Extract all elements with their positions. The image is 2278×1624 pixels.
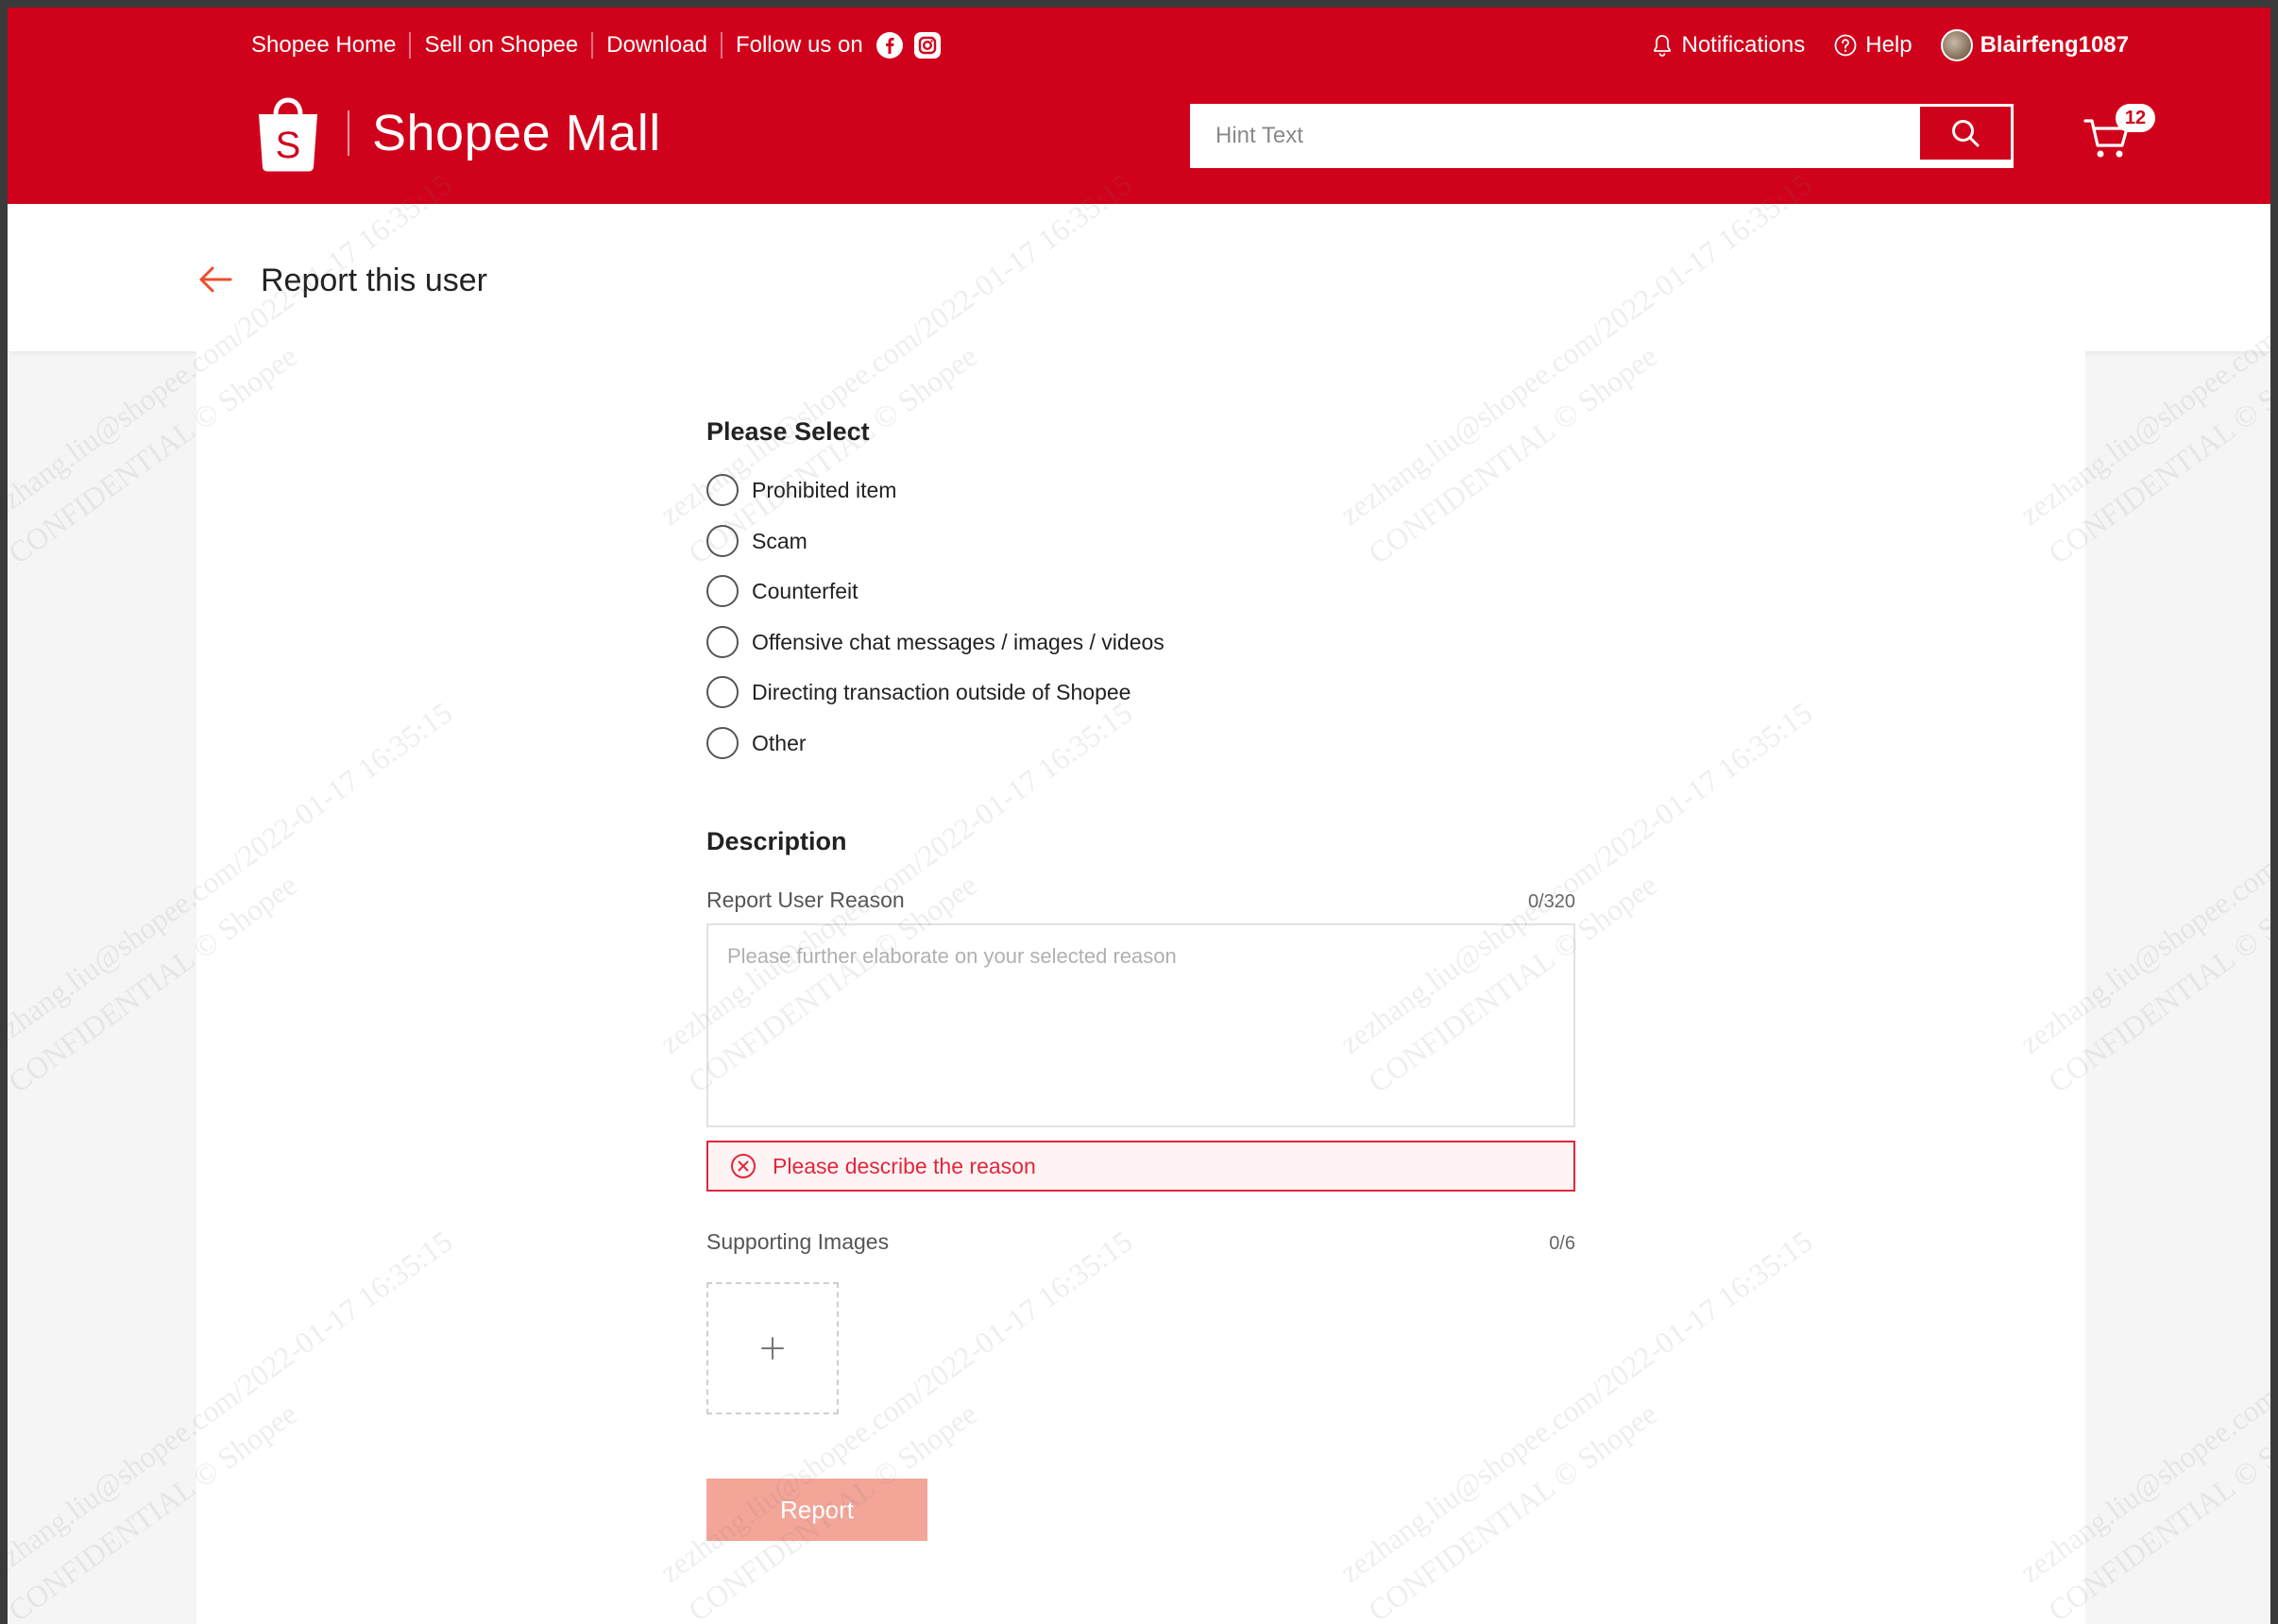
report-reason-textarea[interactable] xyxy=(706,923,1575,1127)
instagram-icon[interactable] xyxy=(913,32,941,59)
reason-char-counter: 0/320 xyxy=(1527,891,1575,912)
option-offensive-chat[interactable]: Offensive chat messages / images / video… xyxy=(706,626,1164,658)
description-heading: Description xyxy=(706,827,847,855)
notifications-label: Notifications xyxy=(1681,32,1806,58)
images-counter: 0/6 xyxy=(1549,1233,1575,1254)
report-button[interactable]: Report xyxy=(706,1479,927,1541)
help-link[interactable]: Help xyxy=(1833,32,1912,59)
social-links xyxy=(876,32,941,59)
radio-button[interactable] xyxy=(706,626,739,658)
radio-button[interactable] xyxy=(706,727,739,759)
option-counterfeit[interactable]: Counterfeit xyxy=(706,575,858,607)
option-prohibited-item[interactable]: Prohibited item xyxy=(706,474,896,506)
option-scam[interactable]: Scam xyxy=(706,525,808,557)
back-button[interactable] xyxy=(196,261,234,298)
sell-on-shopee-link[interactable]: Sell on Shopee xyxy=(424,32,578,59)
option-label: Offensive chat messages / images / video… xyxy=(752,629,1164,654)
follow-us-label: Follow us on xyxy=(735,32,863,58)
divider xyxy=(591,32,594,59)
download-link[interactable]: Download xyxy=(606,32,707,59)
cart-button[interactable]: 12 xyxy=(2082,104,2155,168)
divider xyxy=(720,32,722,59)
shopee-home-link[interactable]: Shopee Home xyxy=(251,32,396,59)
option-label: Directing transaction outside of Shopee xyxy=(752,679,1131,704)
logo-divider xyxy=(348,110,349,156)
option-other[interactable]: Other xyxy=(706,727,807,759)
report-form-card: Please Select Prohibited item Scam Count… xyxy=(196,351,2085,1624)
svg-text:S: S xyxy=(276,125,301,166)
error-message: Please describe the reason xyxy=(706,1141,1575,1192)
add-image-button[interactable] xyxy=(706,1282,839,1414)
shopee-bag-icon: S xyxy=(259,97,317,172)
user-menu: Notifications Help Blairfeng1087 xyxy=(1650,21,2129,70)
radio-button[interactable] xyxy=(706,474,739,506)
shopee-mall-logo[interactable]: S Shopee Mall xyxy=(255,91,661,176)
search-input[interactable] xyxy=(1193,107,1917,165)
supporting-images-label: Supporting Images xyxy=(706,1229,890,1254)
avatar xyxy=(1940,29,1973,61)
facebook-icon[interactable] xyxy=(876,32,903,59)
option-label: Scam xyxy=(752,528,808,553)
search-button[interactable] xyxy=(1917,104,2014,162)
option-label: Counterfeit xyxy=(752,578,858,603)
cart-count-badge: 12 xyxy=(2116,104,2155,132)
notifications-link[interactable]: Notifications xyxy=(1650,32,1806,59)
logo-text: Shopee Mall xyxy=(372,105,661,161)
account-menu[interactable]: Blairfeng1087 xyxy=(1940,29,2129,61)
divider xyxy=(409,32,412,59)
page-header: Report this user xyxy=(8,204,2270,351)
search-icon xyxy=(1952,120,1980,147)
arrow-left-icon xyxy=(199,266,232,293)
help-label: Help xyxy=(1865,32,1912,58)
report-reason-label: Report User Reason xyxy=(706,888,905,912)
username: Blairfeng1087 xyxy=(1980,32,2129,58)
option-directing-transaction[interactable]: Directing transaction outside of Shopee xyxy=(706,676,1130,708)
option-label: Prohibited item xyxy=(752,477,897,502)
help-icon xyxy=(1834,34,1857,57)
plus-icon xyxy=(761,1337,784,1360)
option-label: Other xyxy=(752,730,807,755)
top-links: Shopee Home Sell on Shopee Download Foll… xyxy=(251,21,941,70)
radio-button[interactable] xyxy=(706,525,739,557)
bell-icon xyxy=(1653,35,1671,57)
page-title: Report this user xyxy=(261,262,487,298)
search-bar xyxy=(1190,104,2014,168)
radio-button[interactable] xyxy=(706,676,739,708)
please-select-heading: Please Select xyxy=(706,417,870,446)
app-frame: Shopee Home Sell on Shopee Download Foll… xyxy=(8,8,2270,1624)
header: Shopee Home Sell on Shopee Download Foll… xyxy=(8,8,2270,204)
error-circle-x-icon xyxy=(731,1154,756,1178)
radio-button[interactable] xyxy=(706,575,739,607)
error-text: Please describe the reason xyxy=(773,1153,1036,1178)
